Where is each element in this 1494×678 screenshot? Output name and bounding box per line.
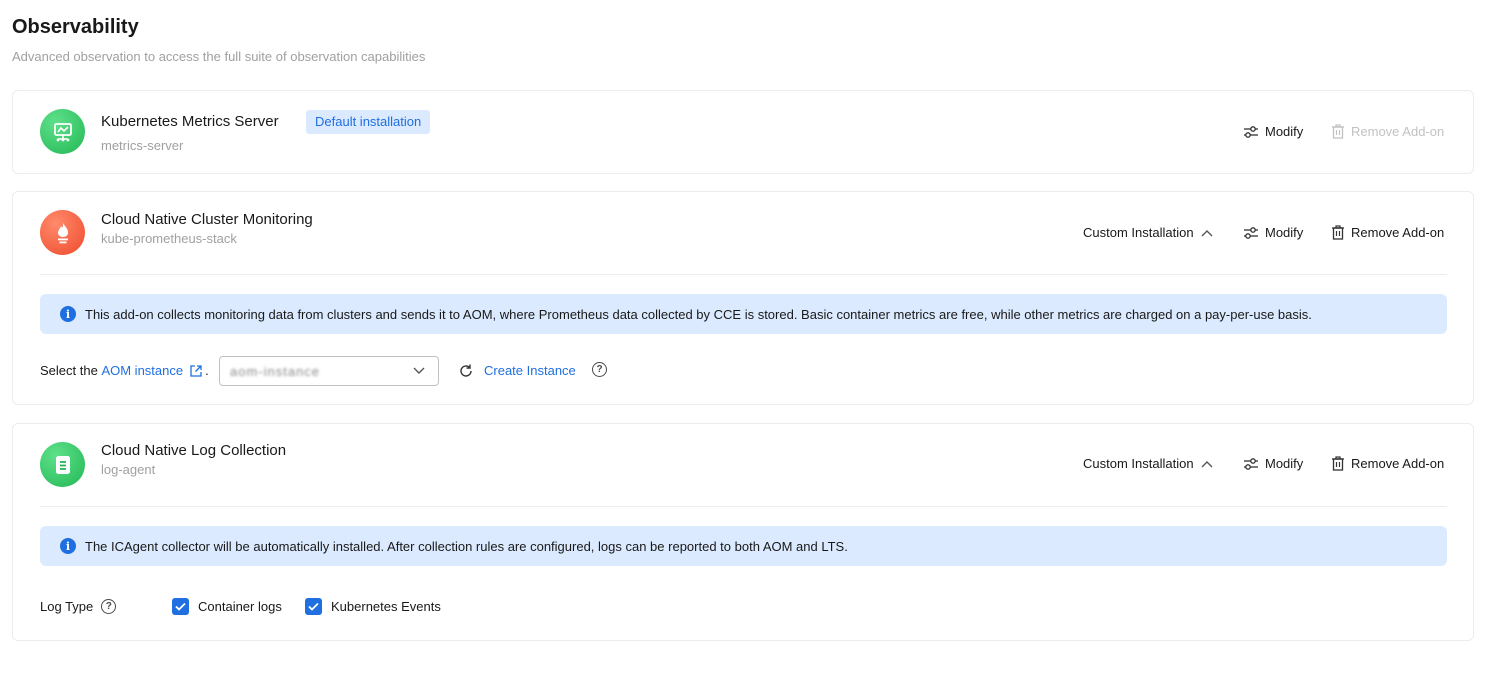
- select-prefix: Select the: [40, 363, 98, 378]
- sliders-icon: [1244, 125, 1258, 138]
- custom-installation-toggle[interactable]: Custom Installation: [1083, 456, 1214, 471]
- divider: [40, 274, 1447, 275]
- info-icon: i: [60, 538, 76, 554]
- info-text: The ICAgent collector will be automatica…: [85, 538, 848, 554]
- custom-installation-label: Custom Installation: [1083, 456, 1194, 471]
- modify-button[interactable]: Modify: [1243, 225, 1303, 240]
- info-icon: i: [60, 306, 76, 322]
- default-installation-badge: Default installation: [306, 110, 431, 134]
- chevron-up-icon: [1201, 229, 1213, 236]
- help-icon[interactable]: ?: [101, 599, 117, 614]
- log-type-label: Log Type ?: [40, 599, 117, 614]
- metrics-server-icon: [40, 109, 85, 154]
- remove-addon-button[interactable]: Remove Add-on: [1331, 225, 1444, 240]
- checkbox-label: Container logs: [198, 599, 282, 614]
- addon-name: Kubernetes Metrics Server: [101, 113, 279, 130]
- custom-installation-toggle[interactable]: Custom Installation: [1083, 225, 1214, 240]
- help-icon[interactable]: ?: [592, 362, 607, 377]
- checkbox-checked-icon[interactable]: [305, 598, 322, 615]
- remove-addon-button[interactable]: Remove Add-on: [1331, 124, 1444, 139]
- remove-addon-button[interactable]: Remove Add-on: [1331, 456, 1444, 471]
- select-suffix: .: [205, 363, 209, 378]
- checkbox-container-logs[interactable]: Container logs: [172, 598, 282, 615]
- addon-id: log-agent: [101, 462, 156, 477]
- sliders-icon: [1244, 226, 1258, 239]
- sliders-icon: [1244, 457, 1258, 470]
- aom-instance-value: aom-instance: [230, 363, 321, 379]
- addon-name: Cloud Native Log Collection: [101, 442, 287, 459]
- trash-icon: [1332, 225, 1344, 240]
- checkbox-label: Kubernetes Events: [331, 599, 441, 614]
- chevron-down-icon: [413, 367, 425, 374]
- refresh-icon[interactable]: [458, 363, 474, 379]
- modify-button[interactable]: Modify: [1243, 124, 1303, 139]
- info-banner: i The ICAgent collector will be automati…: [40, 526, 1447, 566]
- checkbox-checked-icon[interactable]: [172, 598, 189, 615]
- external-link-icon[interactable]: [189, 364, 203, 378]
- remove-addon-label: Remove Add-on: [1351, 225, 1445, 240]
- page-title: Observability: [12, 16, 139, 38]
- trash-icon: [1332, 124, 1344, 139]
- remove-addon-label: Remove Add-on: [1351, 456, 1445, 471]
- addon-id: kube-prometheus-stack: [101, 231, 237, 246]
- checkbox-kubernetes-events[interactable]: Kubernetes Events: [305, 598, 441, 615]
- trash-icon: [1332, 456, 1344, 471]
- addon-card-kube-prometheus-stack: Cloud Native Cluster Monitoring kube-pro…: [12, 191, 1474, 405]
- modify-label: Modify: [1265, 456, 1304, 471]
- info-banner: i This add-on collects monitoring data f…: [40, 294, 1447, 334]
- info-text: This add-on collects monitoring data fro…: [85, 306, 1312, 322]
- divider: [40, 506, 1447, 507]
- chevron-up-icon: [1201, 460, 1213, 467]
- modify-label: Modify: [1265, 124, 1304, 139]
- create-instance-link[interactable]: Create Instance: [484, 363, 576, 378]
- custom-installation-label: Custom Installation: [1083, 225, 1194, 240]
- addon-name: Cloud Native Cluster Monitoring: [101, 211, 313, 228]
- modify-label: Modify: [1265, 225, 1304, 240]
- prometheus-icon: [40, 210, 85, 255]
- aom-instance-select[interactable]: aom-instance: [219, 356, 439, 386]
- log-type-text: Log Type: [40, 599, 94, 614]
- addon-card-metrics-server: Kubernetes Metrics Server Default instal…: [12, 90, 1474, 174]
- log-collection-icon: [40, 442, 85, 487]
- page-subtitle: Advanced observation to access the full …: [12, 49, 426, 64]
- addon-id: metrics-server: [101, 138, 184, 153]
- aom-instance-label: Select the AOM instance .: [40, 363, 209, 378]
- remove-addon-label: Remove Add-on: [1351, 124, 1445, 139]
- addon-card-log-agent: Cloud Native Log Collection log-agent Cu…: [12, 423, 1474, 641]
- aom-instance-link[interactable]: AOM instance: [101, 363, 183, 378]
- modify-button[interactable]: Modify: [1243, 456, 1303, 471]
